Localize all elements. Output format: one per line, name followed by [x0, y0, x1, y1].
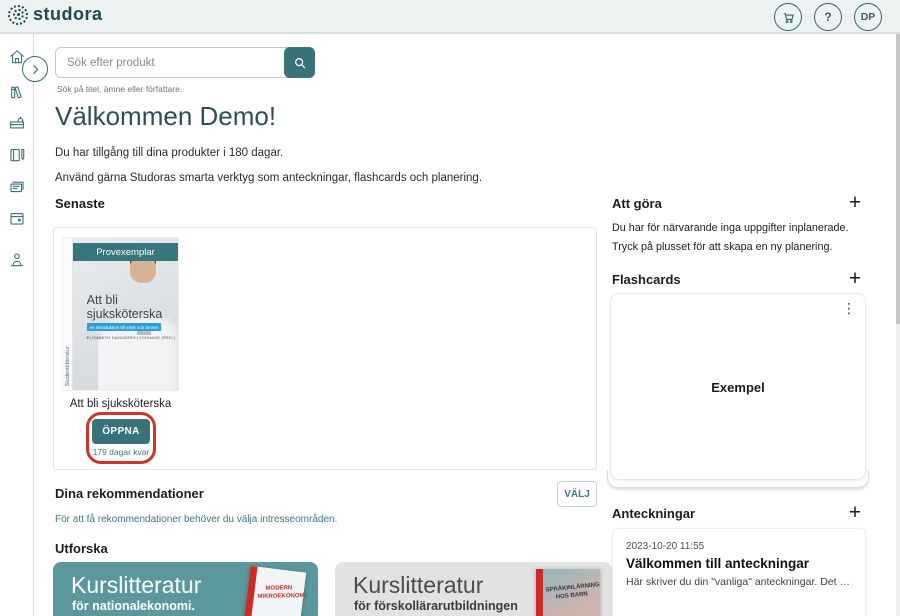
open-book-button[interactable]: ÖPPNA [92, 419, 150, 444]
sidebar-item-notes[interactable] [8, 146, 26, 164]
explore-banner-nationalekonomi[interactable]: Kurslitteratur för nationalekonomi. MODE… [53, 562, 318, 616]
scrollbar-thumb[interactable] [896, 34, 900, 324]
search-hint: Sök på titel, ämne eller författare. [57, 84, 182, 94]
sidebar-expand-button[interactable] [22, 56, 48, 82]
book-cover-title: Att bli sjuksköterska [87, 293, 163, 322]
avatar[interactable]: DP [854, 3, 882, 31]
top-header: studora ? DP [0, 0, 900, 34]
todo-heading: Att göra [612, 196, 662, 211]
days-left-label: 179 dagar kvar [93, 447, 150, 457]
banner-subtitle: för förskollärarutbildningen [354, 599, 518, 613]
book-cover[interactable]: Att bli sjuksköterska en introduktion ti… [63, 238, 178, 390]
chevron-right-icon [29, 63, 42, 76]
book-cover-subtitle: en introduktion till yrket och ämnet [87, 323, 161, 331]
search-icon [293, 56, 307, 70]
sidebar-item-library[interactable] [8, 83, 26, 101]
page-title: Välkommen Demo! [55, 101, 276, 132]
recommendations-heading: Dina rekommendationer [55, 486, 204, 501]
help-button[interactable]: ? [814, 3, 842, 31]
banner-title: Kurslitteratur [71, 572, 201, 599]
banner-subtitle: för nationalekonomi. [72, 599, 195, 613]
flashcards-icon [8, 178, 26, 196]
search-input[interactable] [55, 47, 315, 78]
add-todo-button[interactable]: + [846, 195, 864, 213]
sidebar-item-calendar[interactable] [8, 209, 26, 227]
studora-logo-icon [8, 5, 28, 25]
flashcard-label: Exempel [611, 380, 865, 395]
flashcards-heading: Flashcards [612, 272, 681, 287]
avatar-initials: DP [861, 11, 876, 23]
flashcard-menu-icon[interactable]: ⋮ [842, 301, 856, 315]
book-title: Att bli sjuksköterska [63, 398, 178, 410]
open-button-highlight-annotation: ÖPPNA 179 dagar kvar [86, 412, 156, 464]
book-spine: Studentlitteratur [63, 238, 73, 390]
studora-app: studora ? DP [0, 0, 900, 616]
sidebar-item-profile[interactable] [8, 251, 26, 269]
cart-icon [781, 10, 796, 25]
notes-heading: Anteckningar [612, 506, 695, 521]
person-desk-icon [8, 251, 26, 269]
todo-empty-text: Du har för närvarande inga uppgifter inp… [612, 219, 872, 258]
add-note-button[interactable]: + [846, 505, 864, 523]
help-icon: ? [824, 10, 831, 24]
provexemplar-badge: Provexemplar [73, 243, 178, 261]
note-title: Välkommen till anteckningar [626, 556, 809, 571]
banner-book-image: MODERN MIKROEKONOMI [242, 566, 306, 616]
studora-logo[interactable]: studora [8, 4, 103, 25]
senaste-card: Att bli sjuksköterska en introduktion ti… [53, 227, 597, 470]
note-preview: Här skriver du din "vanliga" anteckninga… [626, 576, 854, 588]
senaste-heading: Senaste [55, 196, 105, 211]
recommendations-hint: För att få rekommendationer behöver du v… [55, 514, 337, 525]
choose-interests-button[interactable]: VÄLJ [557, 481, 597, 507]
sidebar-item-flashcards[interactable] [8, 178, 26, 196]
note-timestamp: 2023-10-20 11:55 [626, 541, 704, 552]
note-card[interactable]: 2023-10-20 11:55 Välkommen till anteckni… [612, 528, 866, 616]
intro-text-1: Du har tillgång till dina produkter i 18… [55, 147, 283, 159]
banner-book-image: SPRÅKINLÄRNING HOS BARN [536, 569, 600, 616]
sidebar-item-store[interactable] [8, 114, 26, 132]
explore-banner-forskollararutbildningen[interactable]: Kurslitteratur för förskollärarutbildnin… [335, 562, 612, 616]
flashcard-exempel[interactable]: ⋮ Exempel [610, 293, 866, 480]
banner-title: Kurslitteratur [353, 572, 483, 599]
book-cover-author: ELISABETH DAHLBORG LYCKHAGE (RED.) [87, 335, 175, 340]
store-desk-icon [8, 114, 26, 132]
explore-heading: Utforska [55, 541, 108, 556]
calendar-icon [8, 209, 26, 227]
intro-text-2: Använd gärna Studoras smarta verktyg som… [55, 172, 482, 184]
product-search [55, 47, 315, 78]
left-sidebar [0, 34, 34, 616]
cart-button[interactable] [774, 3, 802, 31]
logo-text: studora [33, 4, 103, 25]
notebook-pencil-icon [8, 146, 26, 164]
library-books-icon [8, 83, 26, 101]
add-flashcard-button[interactable]: + [846, 271, 864, 289]
search-button[interactable] [284, 47, 315, 78]
